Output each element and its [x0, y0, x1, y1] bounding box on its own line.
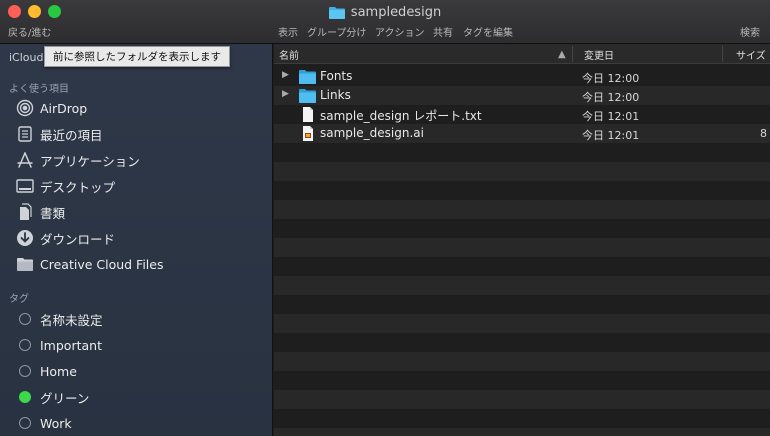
- folder-icon: [299, 70, 316, 84]
- file-name: Links: [320, 88, 351, 102]
- empty-row: [274, 276, 770, 295]
- recents-icon: [16, 125, 34, 143]
- sidebar-item-recents[interactable]: 最近の項目: [16, 123, 103, 145]
- action-label[interactable]: アクション: [375, 24, 425, 39]
- column-header-size[interactable]: サイズ: [736, 44, 770, 64]
- tag-color-dot: [19, 391, 31, 403]
- sidebar-tag-work[interactable]: Work: [16, 412, 72, 434]
- sidebar-item-airdrop[interactable]: AirDrop: [16, 97, 87, 119]
- sidebar-item-creative-cloud-files[interactable]: Creative Cloud Files: [16, 253, 164, 275]
- sidebar-item-label: 書類: [40, 205, 66, 221]
- tag-color-dot: [19, 417, 31, 429]
- tag-color-dot: [19, 339, 31, 351]
- sidebar-item-downloads[interactable]: ダウンロード: [16, 227, 115, 249]
- sidebar-item-desktop[interactable]: デスクトップ: [16, 175, 115, 197]
- sidebar-item-label: Home: [40, 363, 77, 379]
- tag-color-dot: [19, 313, 31, 325]
- file-date: 今日 12:00: [582, 91, 640, 104]
- sidebar-item-label: 最近の項目: [40, 127, 103, 143]
- sidebar-tag-green[interactable]: グリーン: [16, 386, 89, 408]
- window-title: sampledesign: [0, 3, 770, 21]
- documents-icon: [16, 203, 34, 221]
- desktop-icon: [16, 177, 34, 195]
- edit-tags-label[interactable]: タグを編集: [463, 24, 513, 39]
- empty-row: [274, 200, 770, 219]
- sidebar-item-label: Creative Cloud Files: [40, 256, 164, 272]
- sidebar-tag-important[interactable]: Important: [16, 334, 102, 356]
- file-name: sample_design.ai: [320, 126, 424, 140]
- file-row-fonts[interactable]: ▶ Fonts 今日 12:00: [274, 67, 770, 86]
- column-divider[interactable]: [722, 46, 723, 62]
- file-rows: ▶ Fonts 今日 12:00 ▶ Links 今日 12:00 sample…: [274, 64, 770, 436]
- column-header-bar: 名前 ▲ 変更日 サイズ: [274, 44, 770, 64]
- file-row-report-txt[interactable]: sample_design レポート.txt 今日 12:01: [274, 105, 770, 124]
- sidebar-item-label: Work: [40, 415, 72, 431]
- finder-window: sampledesign 戻る/進む 表示 グループ分け アクション 共有 タグ…: [0, 0, 770, 436]
- sidebar-tag-unnamed[interactable]: 名称未設定: [16, 308, 103, 330]
- folder-icon: [299, 89, 316, 103]
- column-header-name[interactable]: 名前: [279, 44, 569, 64]
- share-label[interactable]: 共有: [433, 24, 453, 39]
- column-header-name-label: 名前: [279, 50, 299, 62]
- title-bar: sampledesign 戻る/進む 表示 グループ分け アクション 共有 タグ…: [0, 0, 770, 44]
- sidebar-item-label: Important: [40, 337, 102, 353]
- column-header-size-label: サイズ: [736, 50, 766, 62]
- view-label[interactable]: 表示: [278, 24, 298, 39]
- sidebar-item-label: アプリケーション: [40, 153, 140, 169]
- sidebar-item-label: ダウンロード: [40, 231, 116, 247]
- window-title-text: sampledesign: [350, 4, 442, 20]
- column-divider[interactable]: [572, 46, 573, 62]
- empty-row: [274, 428, 770, 436]
- file-name: sample_design レポート.txt: [320, 109, 482, 123]
- file-date: 今日 12:01: [582, 129, 640, 142]
- sidebar-item-applications[interactable]: アプリケーション: [16, 149, 140, 171]
- favorites-header: よく使う項目: [9, 84, 69, 95]
- search-label[interactable]: 検索: [740, 24, 760, 39]
- downloads-icon: [16, 229, 34, 247]
- file-row-links[interactable]: ▶ Links 今日 12:00: [274, 86, 770, 105]
- disclosure-triangle-icon[interactable]: ▶: [282, 70, 289, 80]
- sidebar-item-label: 名称未設定: [40, 312, 103, 328]
- folder-icon: [328, 6, 345, 19]
- empty-row: [274, 238, 770, 257]
- text-document-icon: [303, 107, 313, 122]
- empty-row: [274, 314, 770, 333]
- group-label[interactable]: グループ分け: [307, 24, 366, 39]
- sort-indicator-icon: ▲: [558, 48, 566, 60]
- empty-row: [274, 352, 770, 371]
- folder-icon: [16, 255, 34, 273]
- sidebar-tag-home[interactable]: Home: [16, 360, 77, 382]
- file-date: 今日 12:00: [582, 72, 640, 85]
- sidebar-item-documents[interactable]: 書類: [16, 201, 65, 223]
- column-header-date-modified[interactable]: 変更日: [584, 44, 724, 64]
- file-row-sample-design-ai[interactable]: sample_design.ai 今日 12:01 8: [274, 124, 770, 143]
- column-header-date-label: 変更日: [584, 50, 614, 62]
- empty-row: [274, 162, 770, 181]
- applications-icon: [16, 151, 34, 169]
- airdrop-icon: [16, 99, 34, 117]
- sidebar-item-label: AirDrop: [40, 100, 88, 116]
- empty-row: [274, 390, 770, 409]
- back-button-tooltip: 前に参照したフォルダを表示します: [44, 46, 230, 67]
- file-date: 今日 12:01: [582, 110, 640, 123]
- back-forward-label[interactable]: 戻る/進む: [8, 24, 51, 39]
- tag-color-dot: [19, 365, 31, 377]
- file-name: Fonts: [320, 69, 353, 83]
- file-size: 8: [760, 127, 767, 140]
- disclosure-triangle-icon[interactable]: ▶: [282, 89, 289, 99]
- sidebar-item-label: デスクトップ: [40, 179, 116, 195]
- file-list: 名前 ▲ 変更日 サイズ ▶ Fonts 今日 12:00 ▶ Links 今日…: [274, 44, 770, 436]
- sidebar: iCloud よく使う項目 AirDrop 最近の項目 アプリケーション デスク: [0, 44, 273, 436]
- sidebar-item-label: グリーン: [40, 390, 90, 406]
- illustrator-file-icon: [303, 126, 313, 141]
- sidebar-item-icloud[interactable]: iCloud: [9, 51, 43, 64]
- tags-header: タグ: [9, 294, 29, 305]
